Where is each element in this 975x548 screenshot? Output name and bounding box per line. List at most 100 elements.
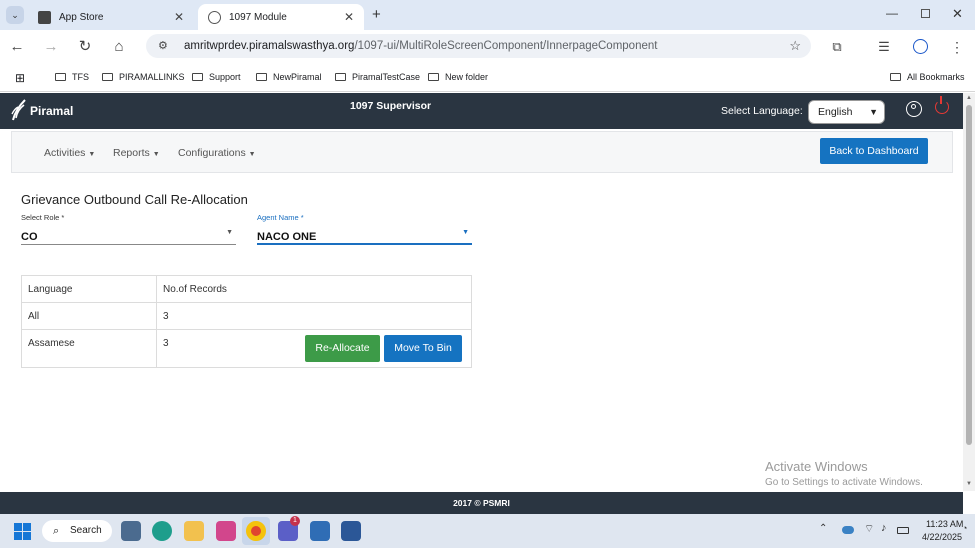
start-tile	[23, 523, 31, 531]
tab-title: 1097 Module	[229, 11, 287, 23]
site-info-icon[interactable]: ⚙	[158, 34, 168, 58]
back-to-dashboard-button[interactable]: Back to Dashboard	[820, 138, 928, 164]
menu-configurations[interactable]: Configurations ▼	[178, 147, 256, 159]
restore-button[interactable]	[921, 9, 930, 18]
edge-browser-icon[interactable]	[152, 521, 172, 541]
agent-label: Agent Name *	[257, 213, 304, 222]
address-bar[interactable]: ⚙ amritwprdev.piramalswasthya.org/1097-u…	[146, 34, 811, 58]
menu-label: Configurations	[178, 147, 246, 159]
minimize-button[interactable]: —	[886, 6, 898, 20]
windows-taskbar: ⌕ Search	[0, 514, 975, 548]
folder-icon	[55, 73, 66, 81]
file-explorer-icon[interactable]	[184, 521, 204, 541]
agent-select-value: NACO ONE	[257, 231, 317, 243]
user-head	[911, 104, 916, 109]
agent-select[interactable]: NACO ONE ▼	[257, 227, 472, 245]
bookmark-piramaltestcase[interactable]: PiramalTestCase	[335, 72, 420, 82]
role-select-value: CO	[21, 231, 38, 243]
new-tab-button[interactable]: +	[372, 6, 381, 23]
remote-desktop-icon[interactable]	[310, 521, 330, 541]
move-to-bin-button[interactable]: Move To Bin	[384, 335, 462, 362]
header-language: Language	[21, 275, 157, 303]
forward-arrow-icon[interactable]: →	[40, 36, 62, 58]
power-logout-icon[interactable]	[935, 96, 949, 114]
clock-time[interactable]: 11:23 AM	[926, 519, 963, 529]
scrollbar-thumb[interactable]	[966, 105, 972, 445]
bookmark-tfs[interactable]: TFS	[55, 72, 89, 82]
language-select[interactable]: English ▼	[808, 100, 885, 124]
chrome-icon[interactable]	[246, 521, 266, 541]
clock-date[interactable]: 4/22/2025	[922, 532, 962, 542]
user-profile-icon[interactable]	[906, 101, 922, 117]
app-header: Piramal 1097 Supervisor Select Language:…	[0, 93, 963, 129]
records-table: Language No.of Records All 3 Assamese 3 …	[21, 275, 472, 368]
home-icon[interactable]: ⌂	[108, 36, 130, 58]
folder-icon	[428, 73, 439, 81]
show-hidden-icons-icon[interactable]: ⌃	[819, 523, 827, 534]
page-scrollbar[interactable]: ▲ ▼	[963, 93, 975, 491]
bookmark-star-icon[interactable]: ☆	[789, 34, 801, 58]
bookmark-label: TFS	[72, 72, 89, 82]
re-allocate-button[interactable]: Re-Allocate	[305, 335, 380, 362]
teams-icon[interactable]: 1	[278, 516, 300, 541]
caret-down-icon: ▼	[226, 229, 233, 236]
bookmark-new-folder[interactable]: New folder	[428, 72, 488, 82]
search-label: Search	[70, 525, 102, 536]
caret-down-icon: ▼	[462, 229, 469, 236]
scroll-up-arrow-icon[interactable]: ▲	[966, 95, 972, 101]
role-select[interactable]: CO ▼	[21, 227, 236, 245]
menu-reports[interactable]: Reports ▼	[113, 147, 160, 159]
table-row: All 3	[21, 302, 472, 330]
language-label: Select Language:	[721, 105, 803, 117]
all-bookmarks[interactable]: All Bookmarks	[890, 72, 965, 82]
app-store-favicon	[38, 10, 51, 24]
tab-1097-module[interactable]: 1097 Module ✕	[198, 4, 364, 30]
bookmark-newpiramal[interactable]: NewPiramal	[256, 72, 322, 82]
close-tab-icon[interactable]: ✕	[344, 10, 354, 24]
apps-grid-icon[interactable]: ⊞	[15, 71, 25, 85]
windows-start-icon[interactable]	[14, 523, 31, 540]
scroll-down-arrow-icon[interactable]: ▼	[966, 481, 972, 487]
cell-language: All	[21, 302, 157, 330]
url-path: /1097-ui/MultiRoleScreenComponent/Innerp…	[354, 40, 658, 52]
onedrive-icon[interactable]	[842, 526, 854, 534]
bookmark-label: New folder	[445, 72, 489, 82]
menu-activities[interactable]: Activities ▼	[44, 147, 95, 159]
extensions-icon[interactable]: ⧉	[826, 36, 848, 58]
taskbar-search[interactable]: ⌕ Search	[42, 520, 112, 542]
word-icon[interactable]	[341, 521, 361, 541]
back-arrow-icon[interactable]: ←	[6, 36, 28, 58]
profile-icon[interactable]	[913, 39, 928, 54]
activate-windows-title: Activate Windows	[765, 459, 868, 474]
folder-icon	[890, 73, 901, 81]
menu-bar: Activities ▼ Reports ▼ Configurations ▼ …	[11, 131, 953, 173]
tab-list-dropdown[interactable]: ⌄	[6, 6, 24, 24]
caret-down-icon: ▼	[248, 151, 256, 158]
wifi-icon[interactable]: ⌔	[864, 522, 874, 536]
search-icon: ⌕	[53, 525, 60, 537]
tab-app-store[interactable]: App Store ✕	[28, 4, 194, 30]
reload-icon[interactable]: ↻	[74, 36, 96, 58]
section-title: Grievance Outbound Call Re-Allocation	[21, 192, 248, 207]
volume-icon[interactable]: ♪	[881, 522, 887, 534]
main-content: Grievance Outbound Call Re-Allocation Se…	[11, 179, 953, 489]
browser-tab-bar: ⌄ App Store ✕ 1097 Module ✕ + — ✕	[0, 0, 975, 30]
all-bookmarks-label: All Bookmarks	[907, 72, 965, 82]
reading-list-icon[interactable]: ☰	[873, 36, 895, 58]
url-host: amritwprdev.piramalswasthya.org	[184, 40, 355, 52]
cell-records: 3	[163, 338, 169, 349]
bookmark-piramallinks[interactable]: PIRAMALLINKS	[102, 72, 185, 82]
bookmark-label: PIRAMALLINKS	[119, 72, 185, 82]
battery-icon[interactable]	[897, 527, 909, 534]
start-tile	[14, 532, 22, 540]
globe-favicon	[208, 10, 221, 24]
notification-bell-icon[interactable]: ◔	[962, 523, 967, 533]
store-app-icon[interactable]	[216, 521, 236, 541]
bookmark-support[interactable]: Support	[192, 72, 241, 82]
close-window-button[interactable]: ✕	[952, 6, 963, 22]
close-tab-icon[interactable]: ✕	[174, 10, 184, 24]
menu-label: Reports	[113, 147, 150, 159]
more-menu-icon[interactable]: ⋮	[946, 36, 968, 58]
cell-records: 3	[156, 302, 472, 330]
task-view-icon[interactable]	[121, 521, 141, 541]
